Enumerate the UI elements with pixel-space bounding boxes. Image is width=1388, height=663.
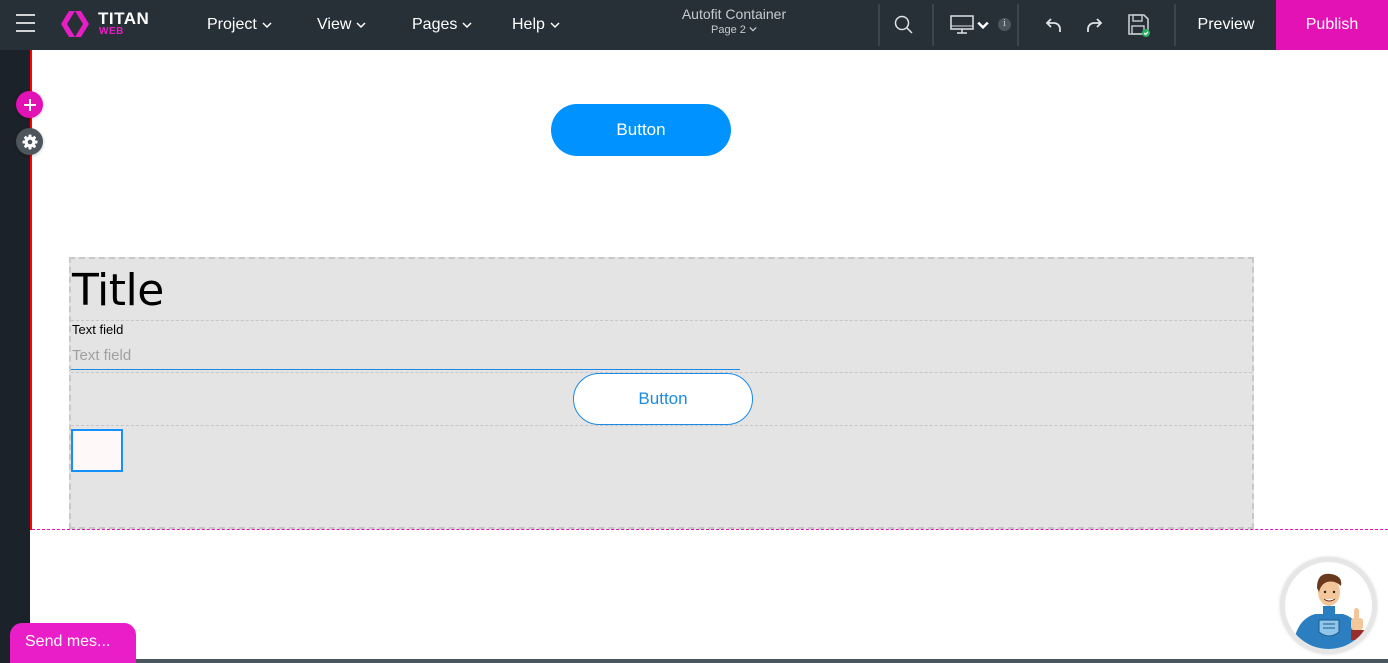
device-selector[interactable] — [946, 0, 992, 50]
logo-mark-icon — [61, 11, 89, 37]
undo-icon — [1045, 18, 1061, 32]
menu-help[interactable]: Help — [512, 0, 560, 50]
titan-web-logo[interactable]: TITAN WEB — [60, 9, 160, 41]
chevron-down-icon — [262, 22, 272, 29]
send-message-button[interactable]: Send mes... — [10, 623, 136, 663]
settings-button[interactable] — [16, 128, 43, 155]
title-heading[interactable]: Title — [72, 265, 164, 316]
divider — [932, 4, 934, 46]
project-name: Autofit Container — [681, 6, 787, 22]
canvas-edge-marker — [30, 50, 32, 530]
page-selector-label: Page 2 — [711, 24, 746, 36]
save-icon — [1128, 14, 1150, 37]
publish-button[interactable]: Publish — [1276, 0, 1388, 50]
text-field-label: Text field — [72, 322, 124, 337]
support-mascot-avatar[interactable] — [1280, 557, 1377, 654]
divider — [1017, 4, 1019, 46]
menu-view[interactable]: View — [317, 0, 366, 50]
page-selector[interactable]: Page 2 — [640, 24, 828, 36]
bottom-scrollbar[interactable] — [136, 659, 1388, 663]
canvas-primary-button[interactable]: Button — [551, 104, 731, 156]
menu-icon[interactable] — [16, 14, 35, 34]
autofit-container[interactable]: Title Text field Button — [69, 257, 1254, 529]
desktop-icon — [949, 15, 974, 34]
menu-project-label: Project — [207, 16, 257, 33]
chevron-down-icon — [462, 22, 472, 29]
search-button[interactable] — [884, 0, 924, 50]
add-element-button[interactable] — [16, 91, 43, 118]
chevron-down-icon — [976, 21, 989, 30]
chevron-down-icon — [749, 26, 757, 32]
menu-view-label: View — [317, 16, 352, 33]
menu-pages-label: Pages — [412, 16, 458, 33]
preview-button[interactable]: Preview — [1176, 0, 1276, 50]
search-icon — [894, 15, 913, 34]
menu-project[interactable]: Project — [207, 0, 272, 50]
page-fold-guide — [32, 529, 1388, 530]
plus-icon — [23, 98, 36, 111]
logo-subtitle: WEB — [99, 26, 124, 37]
row-divider — [71, 425, 1252, 426]
gear-icon — [22, 134, 37, 149]
chevron-down-icon — [550, 22, 560, 29]
menu-help-label: Help — [512, 16, 545, 33]
chevron-down-icon — [356, 22, 366, 29]
redo-button[interactable] — [1076, 0, 1114, 50]
canvas-outline-button[interactable]: Button — [573, 373, 753, 425]
text-field-input[interactable] — [71, 342, 740, 370]
top-bar: TITAN WEB Project View Pages Help Autofi… — [0, 0, 1388, 50]
info-badge[interactable]: i — [998, 18, 1011, 31]
redo-icon — [1087, 18, 1103, 32]
undo-button[interactable] — [1034, 0, 1072, 50]
save-button[interactable] — [1120, 0, 1158, 50]
selected-empty-element[interactable] — [71, 429, 123, 472]
divider — [878, 4, 880, 46]
mascot-icon — [1293, 573, 1365, 649]
menu-pages[interactable]: Pages — [412, 0, 472, 50]
project-title-area: Autofit Container Page 2 — [640, 6, 828, 36]
row-divider — [71, 320, 1252, 321]
